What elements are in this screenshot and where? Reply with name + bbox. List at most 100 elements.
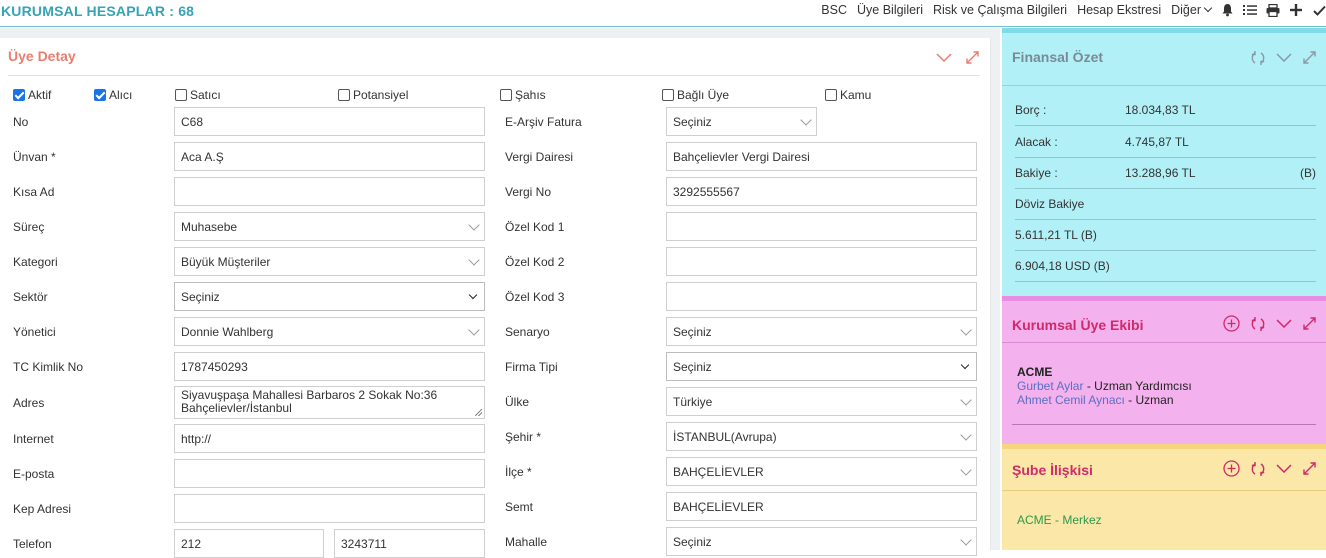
no-field[interactable]: C68 (174, 107, 485, 136)
ilce-select[interactable]: BAHÇELİEVLER (666, 457, 977, 486)
nav-diger-dropdown[interactable]: Diğer (1171, 3, 1213, 17)
sektor-select[interactable]: Seçiniz (174, 282, 485, 311)
top-nav: BSC Üye Bilgileri Risk ve Çalışma Bilgil… (811, 1, 1326, 19)
checkbox-potansiyel[interactable]: Potansiyel (338, 88, 408, 102)
refresh-icon[interactable] (1249, 49, 1266, 66)
doviz-usd-value: 6.904,18 USD (B) (1015, 259, 1110, 273)
ulke-select[interactable]: Türkiye (666, 387, 977, 416)
collapse-icon[interactable] (1275, 460, 1292, 477)
checkbox-box[interactable] (94, 89, 106, 101)
checkbox-kamu[interactable]: Kamu (825, 88, 871, 102)
label-ozel-kod-1: Özel Kod 1 (505, 220, 565, 234)
refresh-icon[interactable] (1249, 460, 1266, 477)
list-icon[interactable] (1243, 3, 1257, 17)
checkbox-box[interactable] (500, 89, 512, 101)
nav-bsc[interactable]: BSC (821, 3, 847, 17)
expand-icon[interactable] (1301, 315, 1318, 332)
plus-icon[interactable] (1289, 3, 1303, 17)
eposta-field[interactable] (174, 459, 485, 488)
adres-textarea[interactable]: Siyavuşpaşa Mahallesi Barbaros 2 Sokak N… (174, 386, 485, 419)
telefon-number-field[interactable]: 3243711 (334, 529, 485, 558)
label-internet: Internet (13, 432, 54, 446)
checkbox-box[interactable] (825, 89, 837, 101)
corporate-team-panel: Kurumsal Üye Ekibi ACME Gurbet Aylar - U… (1002, 296, 1326, 444)
panel-divider (1002, 85, 1326, 86)
vergi-dairesi-field[interactable]: Bahçelievler Vergi Dairesi (666, 142, 977, 171)
finance-row-doviz-tl: 5.611,21 TL (B) (1015, 220, 1316, 251)
ozel-kod-1-field[interactable] (666, 212, 977, 241)
label-ilce: İlçe * (505, 465, 532, 479)
telefon-area-field[interactable]: 212 (174, 529, 324, 558)
panel-divider (1002, 342, 1326, 343)
checkbox-alici[interactable]: Alıcı (94, 88, 132, 102)
chevron-down-icon (468, 219, 480, 231)
checkbox-box[interactable] (662, 89, 674, 101)
collapse-icon[interactable] (1275, 315, 1292, 332)
print-icon[interactable] (1266, 3, 1280, 17)
chevron-down-icon (960, 360, 970, 370)
label-sektor: Sektör (13, 290, 48, 304)
semt-field[interactable]: BAHÇELİEVLER (666, 492, 977, 521)
checkbox-aktif[interactable]: Aktif (13, 88, 51, 102)
checkbox-sahis[interactable]: Şahıs (500, 88, 546, 102)
tc-kimlik-field[interactable]: 1787450293 (174, 352, 485, 381)
panel-divider (8, 75, 980, 76)
checkbox-satici[interactable]: Satıcı (175, 88, 221, 102)
internet-field[interactable]: http:// (174, 424, 485, 453)
team-member-role: - Uzman (1124, 393, 1174, 407)
earsiv-select[interactable]: Seçiniz (666, 107, 817, 136)
branch-item[interactable]: ACME - Merkez (1017, 513, 1102, 527)
unvan-field[interactable]: Aca A.Ş (174, 142, 485, 171)
label-vergi-no: Vergi No (505, 185, 552, 199)
kep-field[interactable] (174, 494, 485, 523)
label-surec: Süreç (13, 220, 45, 234)
bell-icon[interactable] (1220, 3, 1234, 17)
sehir-select[interactable]: İSTANBUL(Avrupa) (666, 422, 977, 451)
checkbox-label: Potansiyel (353, 88, 409, 102)
checkbox-box[interactable] (13, 89, 25, 101)
panel-divider (1002, 490, 1326, 491)
nav-uye-bilgileri[interactable]: Üye Bilgileri (857, 3, 923, 17)
kisa-ad-field[interactable] (174, 177, 485, 206)
check-icon[interactable] (1312, 3, 1326, 17)
label-no: No (13, 115, 29, 129)
adres-value: Siyavuşpaşa Mahallesi Barbaros 2 Sokak N… (181, 388, 438, 415)
collapse-icon[interactable] (936, 50, 952, 64)
team-member-name[interactable]: Gurbet Aylar (1017, 379, 1083, 393)
checkbox-bagli-uye[interactable]: Bağlı Üye (662, 88, 729, 102)
kategori-select[interactable]: Büyük Müşteriler (174, 247, 485, 276)
expand-icon[interactable] (1301, 460, 1318, 477)
finance-row-borc: Borç : 18.034,83 TL (1015, 95, 1316, 126)
label-telefon: Telefon (13, 537, 52, 551)
chevron-down-icon (1203, 3, 1213, 13)
expand-icon[interactable] (964, 50, 980, 64)
senaryo-select[interactable]: Seçiniz (666, 317, 977, 346)
label-earsiv: E-Arşiv Fatura (505, 115, 582, 129)
finance-row-doviz-usd: 6.904,18 USD (B) (1015, 251, 1316, 282)
team-member-name[interactable]: Ahmet Cemil Aynacı (1017, 393, 1125, 407)
nav-risk-calisma[interactable]: Risk ve Çalışma Bilgileri (933, 3, 1067, 17)
financial-summary-panel: Finansal Özet Borç : 18.034,83 TL Alacak… (1002, 28, 1326, 298)
firma-tipi-select[interactable]: Seçiniz (666, 352, 977, 381)
surec-select[interactable]: Muhasebe (174, 212, 485, 241)
team-member-role: - Uzman Yardımcısı (1083, 379, 1192, 393)
checkbox-box[interactable] (338, 89, 350, 101)
chevron-down-icon (468, 324, 480, 336)
checkbox-box[interactable] (175, 89, 187, 101)
collapse-icon[interactable] (1275, 49, 1292, 66)
senaryo-value: Seçiniz (673, 324, 712, 339)
expand-icon[interactable] (1301, 49, 1318, 66)
add-icon[interactable] (1223, 315, 1240, 332)
resize-handle-icon[interactable] (475, 409, 482, 416)
checkbox-label: Satıcı (190, 88, 221, 102)
yonetici-select[interactable]: Donnie Wahlberg (174, 317, 485, 346)
label-yonetici: Yönetici (13, 325, 56, 339)
ozel-kod-2-field[interactable] (666, 247, 977, 276)
vergi-no-field[interactable]: 3292555567 (666, 177, 977, 206)
refresh-icon[interactable] (1249, 315, 1266, 332)
mahalle-select[interactable]: Seçiniz (666, 527, 977, 556)
ozel-kod-3-field[interactable] (666, 282, 977, 311)
nav-hesap-ekstresi[interactable]: Hesap Ekstresi (1077, 3, 1161, 17)
checkbox-label: Alıcı (109, 88, 133, 102)
add-icon[interactable] (1223, 460, 1240, 477)
